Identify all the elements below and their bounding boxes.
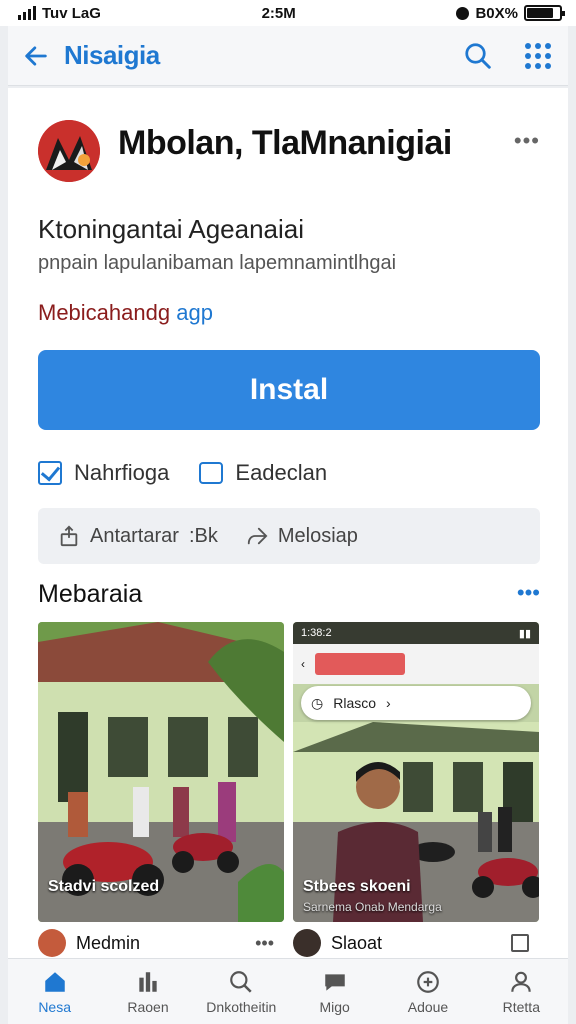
person-icon	[511, 971, 532, 992]
embedded-battery-icon: ▮▮	[518, 627, 531, 640]
media-2-subcaption: Sarnema Onab Mendarga	[303, 900, 442, 914]
nav-home-label: Nesa	[38, 998, 71, 1015]
status-bar: Tuv LaG 2:5M B0X%	[0, 0, 576, 26]
media-section-title: Mebaraia	[38, 580, 143, 608]
options-row: Nahrfioga Eadeclan	[38, 460, 357, 486]
status-right: B0X%	[456, 4, 565, 22]
install-button[interactable]: Instal	[38, 350, 540, 430]
apps-grid-button[interactable]	[508, 42, 568, 69]
search-icon	[465, 42, 491, 69]
nav-search[interactable]: Dnkotheitin	[195, 959, 288, 1024]
nav-profile[interactable]: Rtetta	[475, 959, 568, 1024]
nav-search-label: Dnkotheitin	[206, 998, 277, 1015]
add-circle-icon	[417, 970, 439, 993]
grid-icon	[525, 42, 551, 69]
embedded-time: 1:38:2	[301, 627, 332, 639]
developer-link[interactable]: Mebicahandg agp	[38, 300, 213, 326]
embedded-pill-text: Rlasco	[333, 695, 377, 711]
avatar	[38, 929, 66, 957]
embedded-search-pill: ◷ Rlasco ›	[301, 686, 531, 720]
option-2[interactable]: Eadeclan	[199, 460, 327, 486]
app-logo	[38, 120, 100, 182]
nav-profile-label: Rtetta	[502, 998, 540, 1015]
app-bar-title: Nisaigia	[64, 40, 160, 70]
bookmark-icon[interactable]	[511, 934, 529, 952]
apps-icon	[139, 971, 157, 992]
arrow-left-icon	[25, 45, 47, 66]
developer-name: Mebicahandg	[38, 300, 171, 325]
chat-bubble-icon	[199, 462, 224, 484]
send-action[interactable]: Melosiap	[246, 525, 358, 548]
nav-add[interactable]: Adoue	[381, 959, 474, 1024]
share-label: Antartarar	[90, 524, 179, 547]
back-button[interactable]	[8, 42, 64, 70]
media-card-2[interactable]: 1:38:2 ▮▮ ‹ ◷ Rlasco › Stbees skoeni Sar…	[293, 622, 539, 922]
home-icon	[44, 971, 65, 992]
media-1-more-button[interactable]: •••	[255, 933, 274, 954]
top-app-bar: Nisaigia	[8, 26, 568, 86]
battery-text: B0X%	[475, 4, 518, 22]
search-button[interactable]	[448, 41, 508, 71]
media-card-1[interactable]: Stadvi scolzed	[38, 622, 284, 922]
school-photo-1	[38, 622, 284, 922]
more-options-button[interactable]: •••	[514, 128, 540, 154]
embedded-app-bar: ‹	[293, 644, 539, 684]
checkbox-checked-icon[interactable]	[38, 461, 62, 485]
app-subtitle: Ktoningantai Ageanaiai	[38, 214, 305, 244]
nav-chat[interactable]: Migo	[288, 959, 381, 1024]
media-1-author: Medmin	[76, 932, 141, 953]
status-left: Tuv LaG	[18, 5, 101, 22]
nav-apps[interactable]: Raoen	[101, 959, 194, 1024]
media-1-caption: Stadvi scolzed	[48, 878, 160, 895]
embedded-status-bar: 1:38:2 ▮▮	[293, 622, 539, 644]
media-more-button[interactable]: •••	[517, 580, 540, 606]
nav-add-label: Adoue	[407, 998, 449, 1015]
alarm-icon	[456, 6, 470, 20]
media-2-footer: Slaoat	[293, 926, 539, 960]
share-extra: :Bk	[188, 524, 218, 547]
avatar	[293, 929, 321, 957]
search-icon	[230, 970, 252, 993]
arrow-right-icon: ›	[386, 695, 391, 711]
option-2-label: Eadeclan	[235, 460, 328, 485]
clock-icon: ◷	[311, 694, 324, 711]
share-icon	[60, 525, 78, 547]
developer-suffix: agp	[176, 300, 213, 325]
action-bar: Antartarar :Bk Melosiap	[38, 508, 540, 564]
nav-apps-label: Raoen	[127, 998, 169, 1015]
app-name: Mbolan, TlaMnanigiai	[118, 124, 452, 162]
media-2-author: Slaoat	[331, 932, 383, 953]
embedded-banner	[315, 653, 405, 675]
option-1[interactable]: Nahrfioga	[38, 460, 169, 486]
embedded-back-icon: ‹	[301, 657, 305, 671]
media-2-caption: Stbees skoeni	[303, 878, 411, 895]
app-description: pnpain lapulanibaman lapemnamintlhgai	[38, 252, 397, 274]
option-1-label: Nahrfioga	[74, 460, 170, 485]
nav-home[interactable]: Nesa	[8, 959, 101, 1024]
forward-icon	[247, 527, 268, 545]
app-details-card: Mbolan, TlaMnanigiai ••• Ktoningantai Ag…	[8, 88, 568, 958]
battery-icon	[524, 5, 565, 21]
signal-icon	[18, 6, 36, 20]
chat-icon	[324, 973, 345, 991]
bottom-navigation: Nesa Raoen Dnkotheitin Migo Adoue Rtetta	[8, 958, 568, 1024]
app-header	[38, 120, 100, 182]
carrier-name: Tuv LaG	[42, 4, 101, 22]
nav-chat-label: Migo	[319, 998, 350, 1015]
media-1-footer: Medmin •••	[38, 926, 284, 960]
share-action[interactable]: Antartarar :Bk	[58, 525, 218, 548]
status-time: 2:5M	[261, 4, 296, 22]
send-label: Melosiap	[277, 524, 358, 547]
